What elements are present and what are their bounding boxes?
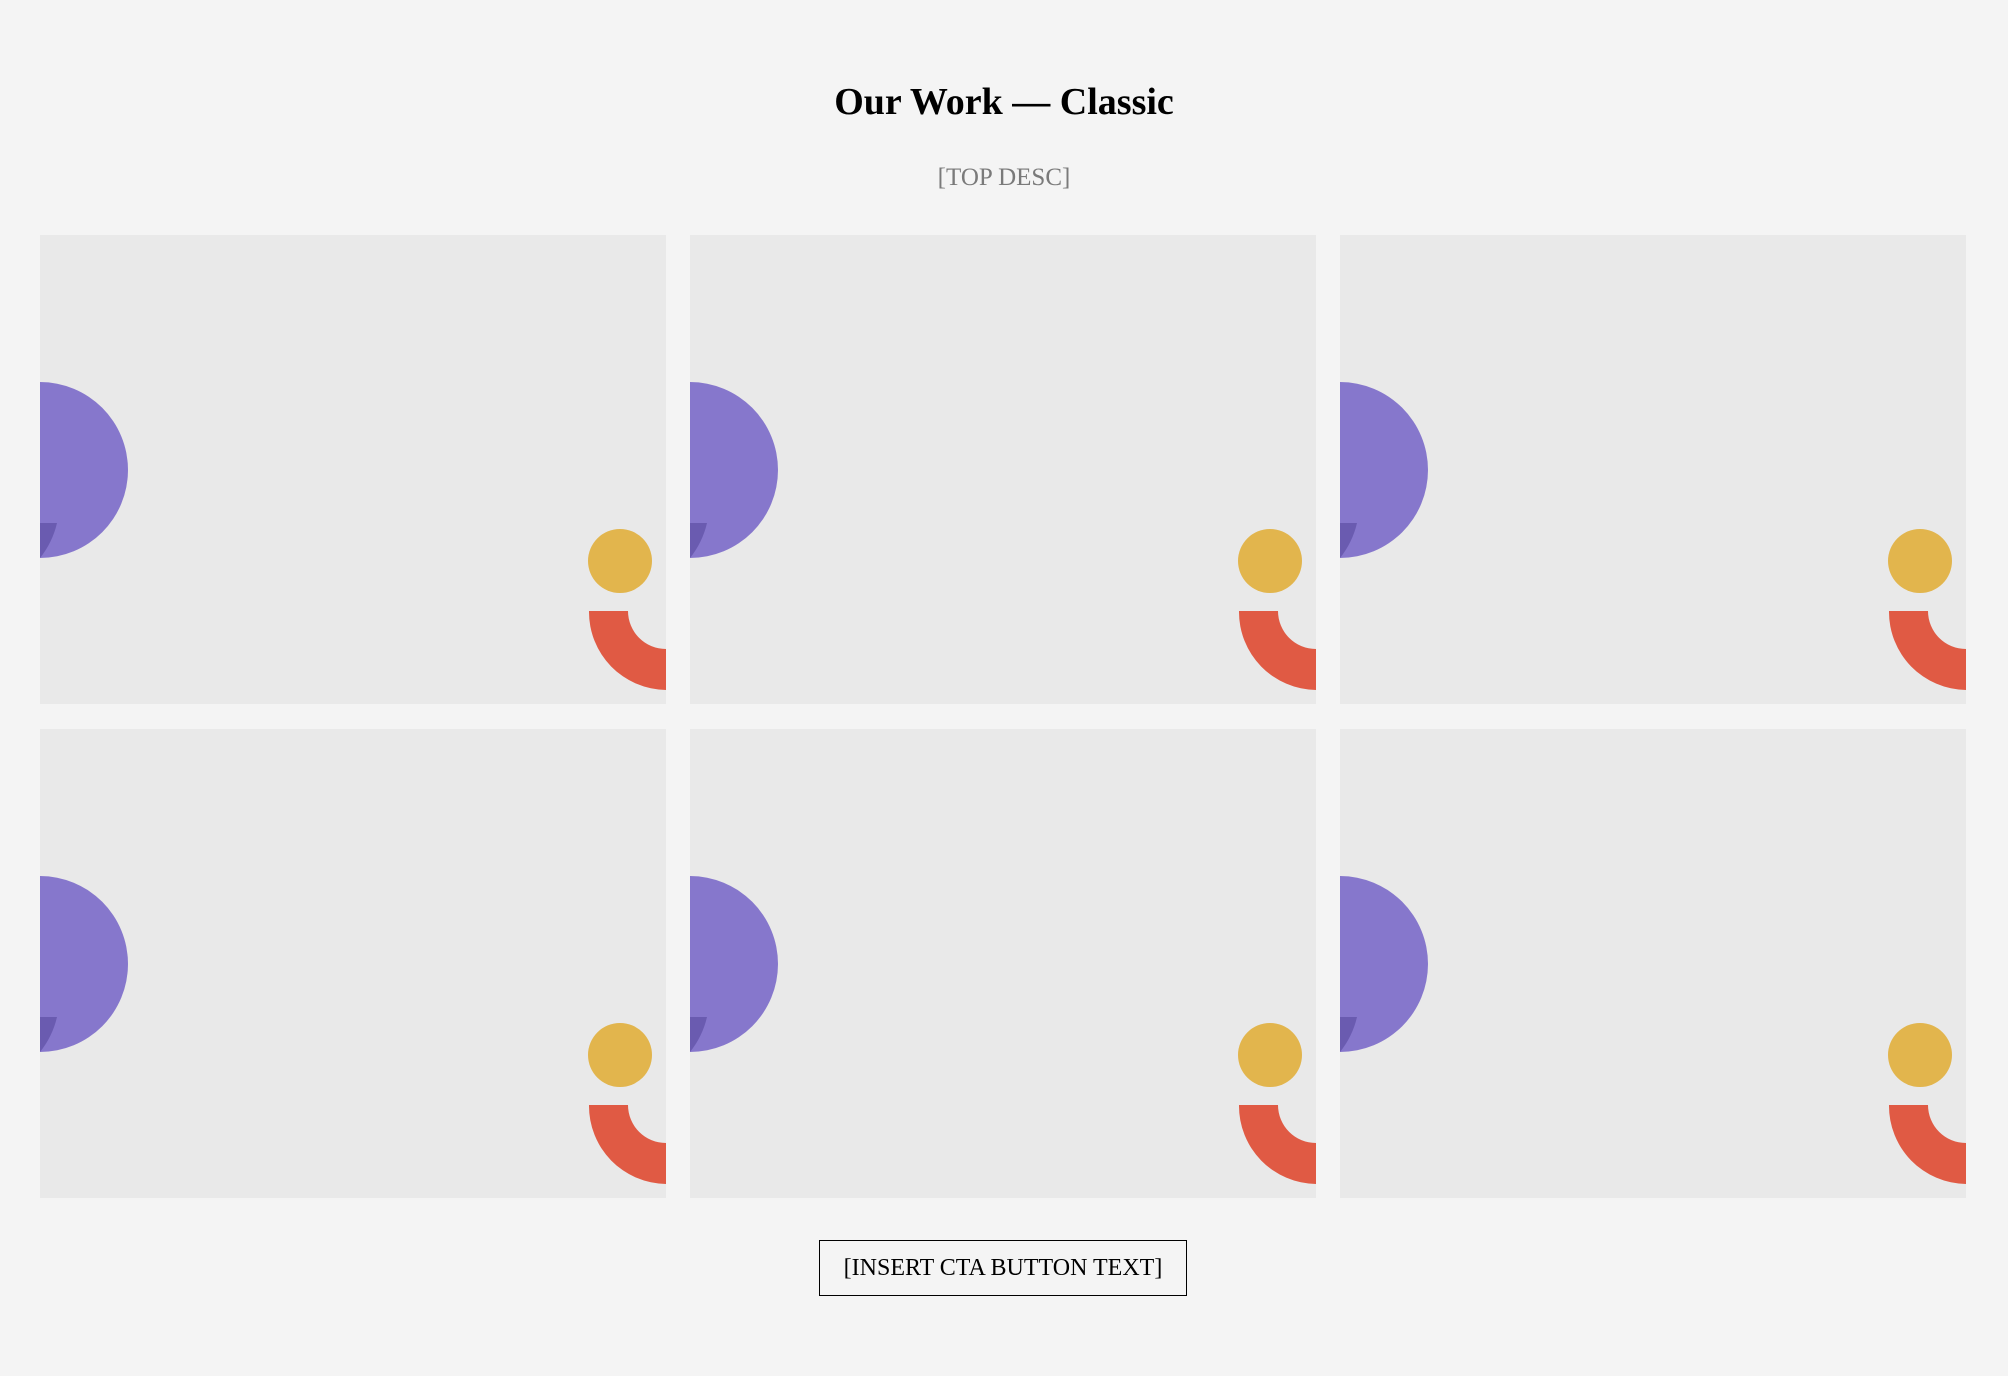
placeholder-artwork [1340, 382, 1966, 690]
placeholder-artwork [690, 382, 1316, 690]
page-description: [TOP DESC] [937, 164, 1071, 191]
yellow-circle-shape [588, 529, 652, 593]
portfolio-card[interactable] [1340, 729, 1966, 1198]
red-arc-shape [1238, 1105, 1316, 1184]
red-arc-shape [1888, 611, 1966, 690]
portfolio-card[interactable] [1340, 235, 1966, 704]
yellow-circle-shape [1238, 1023, 1302, 1087]
placeholder-artwork [690, 876, 1316, 1184]
red-arc-shape [1888, 1105, 1966, 1184]
portfolio-card[interactable] [690, 729, 1316, 1198]
page: Our Work — Classic [TOP DESC] [INSERT CT… [0, 0, 2008, 1376]
red-arc-shape [588, 1105, 666, 1184]
placeholder-artwork [40, 382, 666, 690]
red-arc-shape [588, 611, 666, 690]
red-arc-shape [1238, 611, 1316, 690]
portfolio-card[interactable] [40, 235, 666, 704]
portfolio-card[interactable] [40, 729, 666, 1198]
portfolio-grid [40, 235, 1966, 1198]
placeholder-artwork [1340, 876, 1966, 1184]
yellow-circle-shape [1238, 529, 1302, 593]
yellow-circle-shape [1888, 529, 1952, 593]
page-title: Our Work — Classic [834, 81, 1174, 123]
placeholder-artwork [40, 876, 666, 1184]
yellow-circle-shape [1888, 1023, 1952, 1087]
yellow-circle-shape [588, 1023, 652, 1087]
portfolio-card[interactable] [690, 235, 1316, 704]
cta-button[interactable]: [INSERT CTA BUTTON TEXT] [819, 1240, 1187, 1296]
